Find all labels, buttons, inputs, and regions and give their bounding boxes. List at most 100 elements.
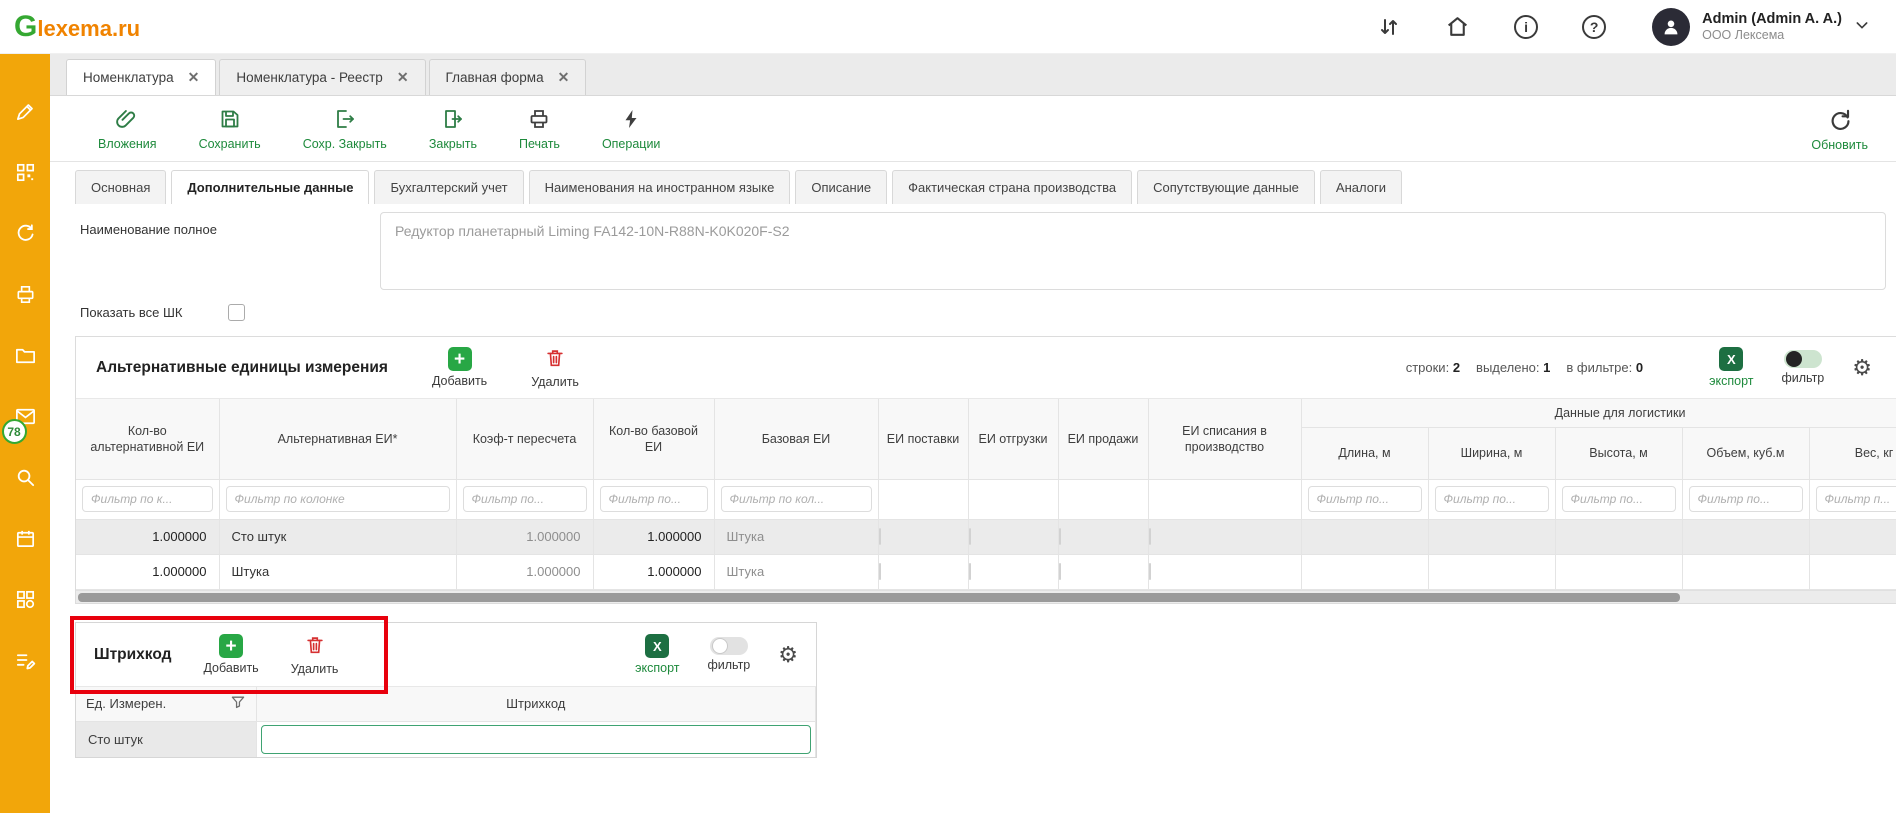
col-header[interactable]: Штрихкод	[256, 687, 816, 721]
row-checkbox[interactable]	[969, 528, 971, 545]
printer-icon	[527, 107, 551, 134]
logo-text: lexema.ru	[37, 16, 140, 42]
row-checkbox[interactable]	[1149, 563, 1151, 580]
close-icon[interactable]: ✕	[188, 69, 200, 86]
calendar-icon[interactable]	[14, 527, 37, 550]
pencil-icon[interactable]	[14, 100, 37, 123]
column-filter-input[interactable]	[1435, 486, 1549, 512]
task-list-icon[interactable]	[14, 649, 37, 672]
delete-label: Удалить	[291, 662, 339, 676]
mail-icon[interactable]: 78	[14, 405, 37, 428]
col-header[interactable]: Ширина, м	[1428, 427, 1555, 479]
close-icon[interactable]: ✕	[397, 69, 409, 86]
tab-osnovnaya[interactable]: Основная	[75, 170, 166, 204]
col-header[interactable]: ЕИ продажи	[1058, 399, 1148, 479]
print-queue-icon[interactable]	[14, 283, 37, 306]
gear-icon[interactable]: ⚙	[778, 644, 798, 666]
barcode-export-button[interactable]: X экспорт	[635, 634, 679, 675]
tab-fakticheskaya-strana[interactable]: Фактическая страна производства	[892, 170, 1132, 204]
column-filter-input[interactable]	[1689, 486, 1803, 512]
sync-icon[interactable]	[14, 222, 37, 245]
barcode-input[interactable]	[261, 725, 812, 754]
home-icon[interactable]	[1445, 14, 1470, 39]
tab-opisanie[interactable]: Описание	[795, 170, 887, 204]
column-filter-input[interactable]	[463, 486, 587, 512]
sidebar: 78	[0, 54, 50, 813]
window-tab-nomenklatura-reestr[interactable]: Номенклатура - Реестр ✕	[219, 59, 425, 95]
row-checkbox[interactable]	[879, 528, 881, 545]
barcode-add-button[interactable]: + Добавить	[203, 634, 258, 675]
column-filter-input[interactable]	[721, 486, 872, 512]
alt-units-filter-toggle[interactable]: фильтр	[1781, 350, 1824, 385]
gear-icon[interactable]: ⚙	[1852, 357, 1872, 379]
window-tab-nomenklatura[interactable]: Номенклатура ✕	[66, 59, 216, 95]
col-header[interactable]: Высота, м	[1555, 427, 1682, 479]
user-menu[interactable]: Admin (Admin A. A.) ООО Лексема	[1652, 8, 1870, 46]
column-filter-input[interactable]	[82, 486, 213, 512]
alt-units-add-button[interactable]: + Добавить	[432, 347, 487, 388]
close-icon[interactable]: ✕	[558, 69, 570, 86]
column-filter-input[interactable]	[600, 486, 708, 512]
close-button[interactable]: Закрыть	[429, 107, 477, 151]
help-icon[interactable]: ?	[1582, 15, 1606, 39]
column-filter-input[interactable]	[1562, 486, 1676, 512]
tab-buhgalterskiy-uchet[interactable]: Бухгалтерский учет	[374, 170, 523, 204]
row-checkbox[interactable]	[879, 563, 881, 580]
col-header[interactable]: Объем, куб.м	[1682, 427, 1809, 479]
operations-button[interactable]: Операции	[602, 107, 660, 151]
alt-units-grid: Альтернативные единицы измерения + Добав…	[75, 336, 1896, 604]
col-header[interactable]: Альтернативная ЕИ*	[219, 399, 456, 479]
row-checkbox[interactable]	[1149, 528, 1151, 545]
col-header[interactable]: ЕИ списания в производство	[1148, 399, 1301, 479]
col-header[interactable]: ЕИ поставки	[878, 399, 968, 479]
filter-funnel-icon[interactable]	[230, 694, 246, 713]
user-info: Admin (Admin A. A.) ООО Лексема	[1702, 10, 1842, 44]
column-filter-input[interactable]	[1308, 486, 1422, 512]
barcode-filter-toggle[interactable]: фильтр	[707, 637, 750, 672]
save-button[interactable]: Сохранить	[199, 107, 261, 151]
save-close-button[interactable]: Сохр. Закрыть	[303, 107, 387, 151]
show-all-barcodes-checkbox[interactable]	[228, 304, 245, 321]
alt-units-delete-button[interactable]: Удалить	[531, 347, 579, 389]
tab-soputstvuyushchie[interactable]: Сопутствующие данные	[1137, 170, 1315, 204]
col-header[interactable]: Базовая ЕИ	[714, 399, 878, 479]
info-icon[interactable]: i	[1514, 15, 1538, 39]
row-checkbox[interactable]	[1059, 563, 1061, 580]
column-filter-input[interactable]	[226, 486, 450, 512]
table-row[interactable]: Сто штук	[76, 721, 816, 757]
col-header[interactable]: Вес, кг	[1809, 427, 1896, 479]
row-checkbox[interactable]	[1059, 528, 1061, 545]
col-header[interactable]: Ед. Измерен.	[86, 696, 166, 711]
search-icon[interactable]	[14, 466, 37, 489]
window-tab-glavnaya-forma[interactable]: Главная форма ✕	[429, 59, 587, 95]
column-filter-input[interactable]	[1816, 486, 1896, 512]
rows-stat: строки: 2	[1406, 360, 1460, 375]
table-row[interactable]: 1.000000 Сто штук 1.000000 1.000000 Штук…	[76, 519, 1896, 554]
qr-code-icon[interactable]	[14, 161, 37, 184]
folder-icon[interactable]	[14, 344, 37, 367]
tab-analogi[interactable]: Аналоги	[1320, 170, 1402, 204]
alt-units-export-button[interactable]: X экспорт	[1709, 347, 1753, 388]
table-row[interactable]: 1.000000 Штука 1.000000 1.000000 Штука	[76, 554, 1896, 589]
full-name-input[interactable]: Редуктор планетарный Liming FA142-10N-R8…	[380, 212, 1886, 290]
barcode-delete-button[interactable]: Удалить	[291, 634, 339, 676]
col-header[interactable]: ЕИ отгрузки	[968, 399, 1058, 479]
row-checkbox[interactable]	[969, 563, 971, 580]
col-header[interactable]: Кол-во альтернативной ЕИ	[76, 399, 219, 479]
layout-switch-icon[interactable]	[1377, 15, 1401, 39]
horizontal-scrollbar[interactable]	[76, 590, 1896, 603]
filter-toggle-icon	[710, 637, 748, 655]
col-header[interactable]: Длина, м	[1301, 427, 1428, 479]
chevron-down-icon[interactable]	[1854, 17, 1870, 36]
col-header[interactable]: Кол-во базовой ЕИ	[593, 399, 714, 479]
export-label: экспорт	[1709, 374, 1753, 388]
app-grid-icon[interactable]	[14, 588, 37, 611]
attachments-button[interactable]: Вложения	[98, 107, 157, 151]
tab-dopolnitelnye-dannye[interactable]: Дополнительные данные	[171, 170, 369, 204]
col-header[interactable]: Коэф-т пересчета	[456, 399, 593, 479]
tab-naimenovaniya-inostran[interactable]: Наименования на иностранном языке	[529, 170, 791, 204]
refresh-button[interactable]: Обновить	[1811, 106, 1868, 152]
print-button[interactable]: Печать	[519, 107, 560, 151]
scrollbar-thumb[interactable]	[78, 593, 1680, 602]
lexema-logo[interactable]: Glexema.ru	[14, 12, 140, 42]
